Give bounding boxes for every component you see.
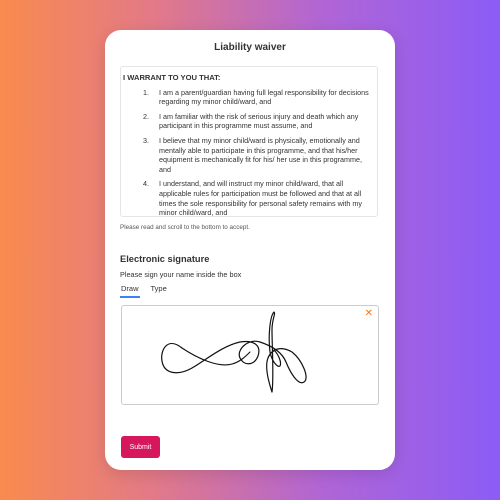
term-item: 1. I am a parent/guardian having full le… (143, 88, 375, 107)
term-text: I am familiar with the risk of serious i… (159, 111, 359, 131)
term-number: 1. (143, 87, 149, 97)
term-text: I understand, and will instruct my minor… (159, 179, 362, 217)
submit-button[interactable]: Submit (121, 436, 160, 458)
signature-tabs: Draw Type (120, 284, 178, 298)
term-number: 2. (143, 111, 149, 121)
close-icon[interactable]: ✕ (365, 309, 373, 319)
signature-pad[interactable]: ✕ (121, 305, 379, 405)
term-item: 2. I am familiar with the risk of seriou… (143, 112, 375, 131)
term-text: I believe that my minor child/ward is ph… (159, 135, 362, 174)
signature-heading: Electronic signature (120, 254, 210, 264)
waiver-card: Liability waiver I WARRANT TO YOU THAT: … (105, 30, 395, 470)
tab-draw[interactable]: Draw (120, 284, 140, 298)
term-item: 4. I understand, and will instruct my mi… (143, 179, 375, 217)
page-title: Liability waiver (214, 42, 286, 53)
signature-instructions: Please sign your name inside the box (120, 270, 242, 279)
signature-drawing (161, 311, 307, 393)
term-text: I am a parent/guardian having full legal… (159, 87, 369, 107)
term-item: 3. I believe that my minor child/ward is… (143, 136, 375, 174)
terms-scroll-box[interactable]: I WARRANT TO YOU THAT: 1. I am a parent/… (120, 66, 378, 217)
term-number: 3. (143, 135, 149, 145)
terms-heading: I WARRANT TO YOU THAT: (123, 73, 221, 82)
scroll-hint: Please read and scroll to the bottom to … (120, 224, 250, 231)
tab-type[interactable]: Type (150, 284, 168, 298)
term-number: 4. (143, 179, 149, 189)
